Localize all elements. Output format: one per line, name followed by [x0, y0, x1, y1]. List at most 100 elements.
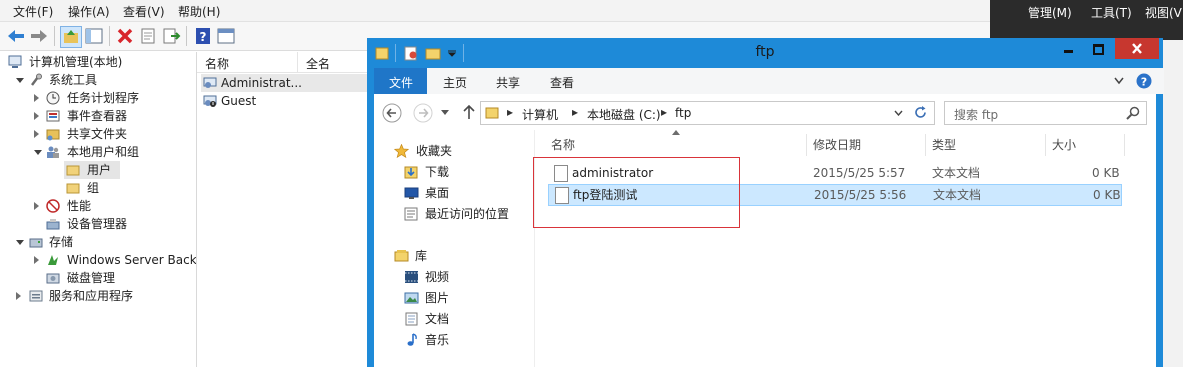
close-button[interactable] [1115, 38, 1159, 59]
explorer-ribbon: 文件 主页 共享 查看 ? [374, 68, 1164, 94]
menu-manage[interactable]: 管理(M) [1028, 4, 1072, 21]
tree-item-users[interactable]: 用户 [64, 161, 120, 179]
export-list-icon[interactable] [161, 26, 181, 46]
ribbon-tab-file[interactable]: 文件 [374, 68, 427, 94]
search-box[interactable]: 搜索 ftp [944, 101, 1147, 125]
mmc-menubar: 文件(F) 操作(A) 查看(V) 帮助(H) [0, 0, 990, 22]
collapse-arrow-icon[interactable] [34, 112, 39, 120]
show-hide-console-tree-icon[interactable] [84, 26, 104, 46]
help-icon[interactable]: ? [193, 26, 213, 46]
expand-ribbon-icon[interactable] [1114, 77, 1124, 85]
event-viewer-icon [46, 110, 60, 122]
window-title: ftp [755, 44, 775, 60]
collapse-arrow-icon[interactable] [34, 130, 39, 138]
ribbon-tab-home[interactable]: 主页 [443, 74, 467, 91]
back-button-icon[interactable] [382, 103, 402, 123]
toolbar-divider [54, 26, 55, 46]
help-icon[interactable]: ? [1136, 73, 1152, 89]
file-type: 文本文档 [933, 188, 982, 202]
folder-icon [66, 183, 80, 194]
column-header-name[interactable]: 名称 [551, 134, 575, 156]
performance-icon [46, 199, 60, 213]
explorer-content [374, 94, 1156, 367]
annotation-highlight-box [533, 157, 740, 228]
desktop-icon [404, 187, 419, 199]
ribbon-tab-strip [427, 68, 1164, 94]
address-dropdown-icon[interactable] [894, 110, 903, 116]
expand-arrow-icon[interactable] [34, 150, 42, 155]
tree-label: 服务和应用程序 [49, 289, 134, 303]
action-pane-icon[interactable] [216, 26, 236, 46]
toolbar-divider [109, 26, 110, 46]
minimize-icon [1064, 50, 1073, 53]
disk-management-icon [46, 273, 60, 284]
column-header-type[interactable]: 类型 [932, 134, 956, 156]
expand-arrow-icon[interactable] [16, 240, 24, 245]
maximize-button[interactable] [1085, 39, 1111, 59]
file-type: 文本文档 [932, 166, 981, 180]
column-header-date[interactable]: 修改日期 [813, 134, 861, 156]
breadcrumb-ftp[interactable]: ftp [675, 106, 691, 120]
nav-label: 视频 [425, 270, 450, 284]
column-header-size[interactable]: 大小 [1052, 134, 1076, 156]
column-divider [1045, 134, 1046, 156]
up-folder-icon[interactable] [60, 26, 82, 48]
collapse-arrow-icon[interactable] [34, 202, 39, 210]
search-icon[interactable] [1126, 106, 1140, 120]
menu-file[interactable]: 文件(F) [13, 3, 53, 20]
recent-locations-icon[interactable] [441, 110, 449, 116]
ribbon-tab-view[interactable]: 查看 [550, 74, 574, 91]
minimize-button[interactable] [1055, 39, 1081, 59]
expand-arrow-icon[interactable] [16, 78, 24, 83]
tree-label: 用户 [87, 163, 112, 177]
ribbon-tab-label: 文件 [389, 76, 414, 90]
menu-action[interactable]: 操作(A) [68, 3, 110, 20]
pictures-icon [404, 292, 419, 304]
column-header-name[interactable]: 名称 [205, 55, 229, 72]
svg-text:?: ? [1141, 76, 1147, 89]
column-divider [925, 134, 926, 156]
properties-icon[interactable] [138, 26, 158, 46]
back-arrow-icon[interactable] [6, 26, 26, 46]
background-window-edge [1163, 40, 1183, 367]
ribbon-tab-share[interactable]: 共享 [496, 74, 520, 91]
menu-view[interactable]: 查看(V) [123, 3, 165, 20]
forward-arrow-icon[interactable] [29, 26, 49, 46]
delete-icon[interactable] [115, 26, 135, 46]
nav-label: 最近访问的位置 [425, 207, 510, 221]
breadcrumb-computer[interactable]: 计算机 [522, 106, 558, 123]
file-date: 2015/5/25 5:56 [814, 188, 907, 202]
star-icon [394, 144, 409, 158]
close-icon [1132, 43, 1142, 54]
up-arrow-icon[interactable] [462, 104, 476, 120]
menu-view[interactable]: 视图(V [1145, 4, 1182, 21]
clock-icon [46, 91, 60, 105]
tree-label: 组 [87, 181, 100, 195]
tree-item-windows-server-backup[interactable]: Windows Server Back [34, 251, 196, 269]
tree-label: 性能 [67, 199, 92, 213]
menu-tools[interactable]: 工具(T) [1091, 4, 1132, 21]
list-item-administrator[interactable]: Administrat... [201, 74, 367, 92]
services-icon [29, 290, 43, 302]
menu-help[interactable]: 帮助(H) [178, 3, 220, 20]
search-input[interactable]: 搜索 ftp [954, 106, 998, 123]
tree-label: 计算机管理(本地) [29, 55, 123, 69]
refresh-icon[interactable] [913, 105, 928, 120]
forward-button-icon[interactable] [413, 103, 433, 123]
explorer-titlebar: ftp [367, 38, 1163, 68]
tree-label: 本地用户和组 [67, 145, 140, 159]
maximize-icon [1093, 44, 1104, 55]
collapse-arrow-icon[interactable] [34, 256, 39, 264]
shared-folder-icon [46, 129, 60, 141]
toolbar-divider [186, 26, 187, 46]
column-divider [297, 52, 298, 72]
collapse-arrow-icon[interactable] [16, 292, 21, 300]
address-bar[interactable]: ▸ 计算机 ▸ 本地磁盘 (C:) ▸ ftp [480, 101, 935, 125]
breadcrumb-local-disk[interactable]: 本地磁盘 (C:) [587, 106, 661, 123]
backup-icon [48, 255, 58, 265]
nav-label: 音乐 [425, 333, 450, 347]
user-name: Guest [221, 94, 257, 108]
collapse-arrow-icon[interactable] [34, 94, 39, 102]
disabled-user-icon [203, 95, 217, 107]
column-header-fullname[interactable]: 全名 [306, 55, 330, 72]
